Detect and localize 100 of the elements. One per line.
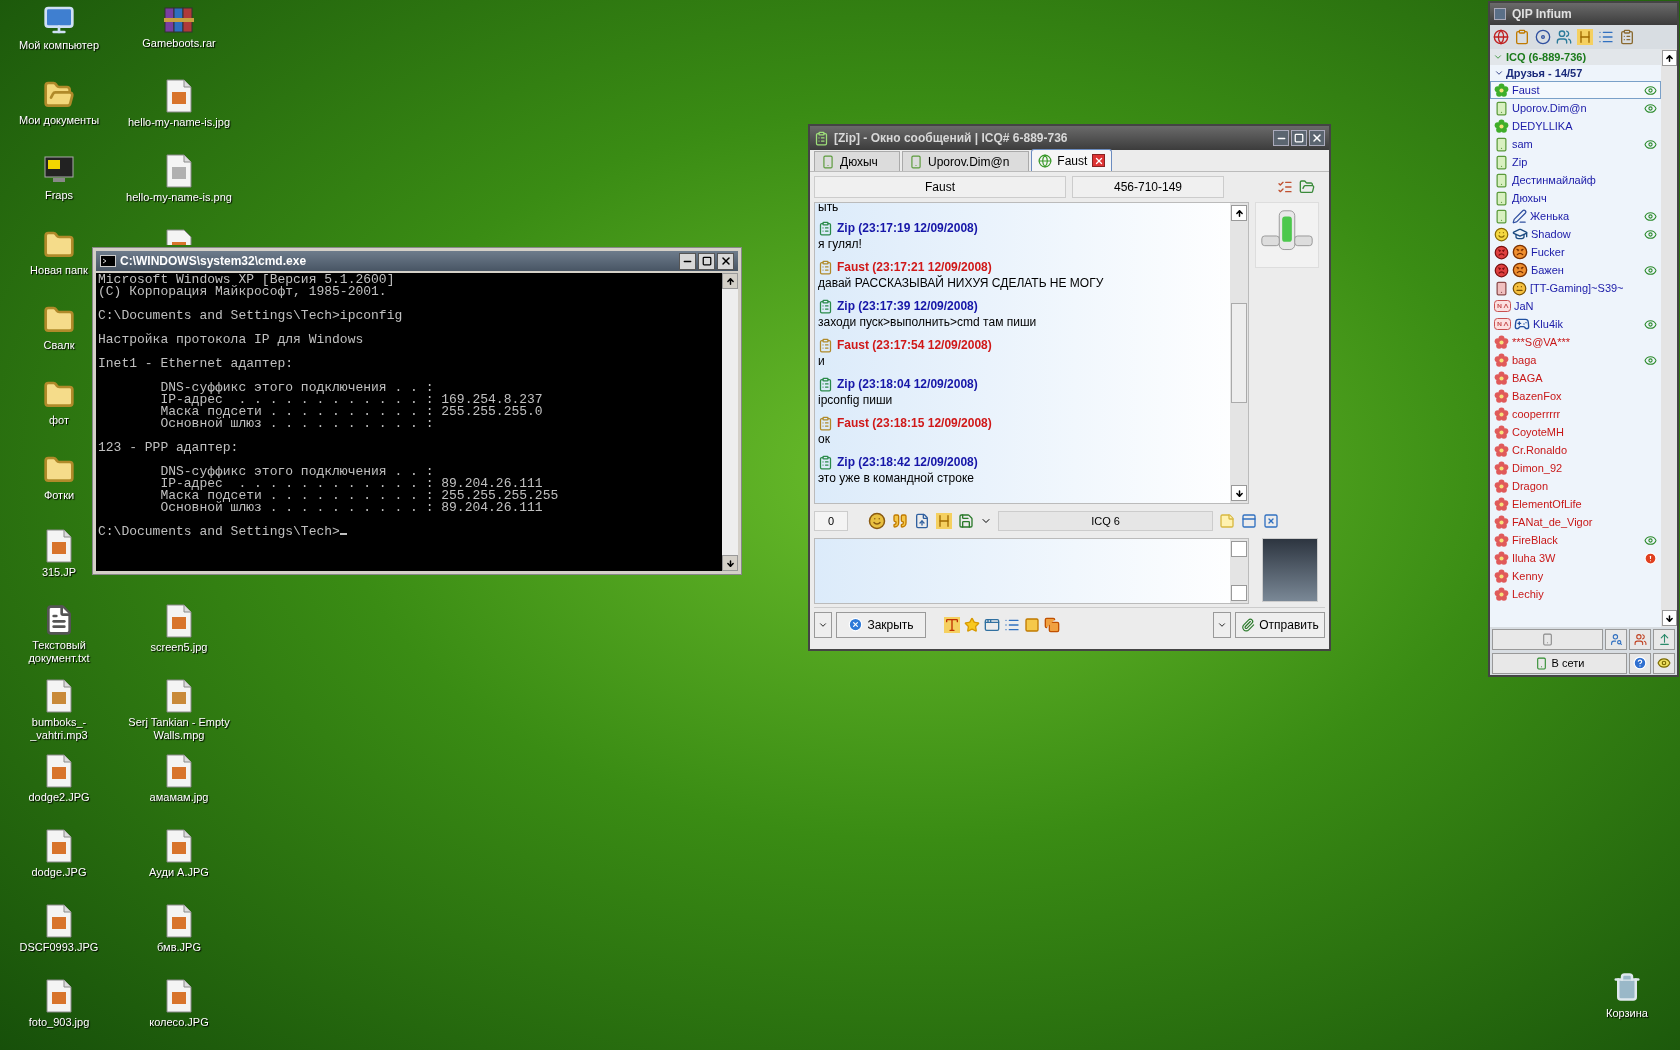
globe-icon[interactable] xyxy=(1493,29,1509,45)
contact-item[interactable]: FANat_de_Vigor xyxy=(1490,513,1661,531)
scroll-up-icon[interactable] xyxy=(1664,53,1674,63)
icon-label[interactable]: dodge2.JPG xyxy=(28,791,90,804)
icon-label[interactable]: Фотки xyxy=(43,489,75,502)
contact-item[interactable]: Fucker xyxy=(1490,243,1661,261)
scroll-up-icon[interactable] xyxy=(725,276,735,286)
icon-label[interactable]: бмв.JPG xyxy=(157,941,201,954)
contact-item[interactable]: Faust xyxy=(1490,81,1661,99)
icon-label[interactable]: Ауди А.JPG xyxy=(149,866,209,879)
icon-label[interactable]: bumboks_-_vahtri.mp3 xyxy=(5,716,113,742)
contact-item[interactable]: Cr.Ronaldo xyxy=(1490,441,1661,459)
scroll-down-icon[interactable] xyxy=(1234,488,1244,498)
icon-label[interactable]: foto_903.jpg xyxy=(28,1016,90,1029)
contact-item[interactable]: Dimon_92 xyxy=(1490,459,1661,477)
group-header[interactable]: Друзья - 14/57 xyxy=(1490,65,1661,81)
close-button[interactable] xyxy=(717,252,734,270)
icon-label[interactable]: Fraps xyxy=(44,189,74,202)
contact-item[interactable]: sam xyxy=(1490,135,1661,153)
image-file-icon[interactable] xyxy=(164,979,194,1013)
account-header[interactable]: ICQ (6-889-736) xyxy=(1490,49,1661,65)
image-file-icon[interactable] xyxy=(164,604,194,638)
image-file-icon[interactable] xyxy=(164,829,194,863)
icon-label[interactable]: DSCF0993.JPG xyxy=(19,941,99,954)
contact-item[interactable]: BazenFox xyxy=(1490,387,1661,405)
file-upload-icon[interactable] xyxy=(914,513,930,529)
window-icon[interactable] xyxy=(984,616,1000,633)
icon-label[interactable]: фот xyxy=(49,414,69,427)
scrollbar[interactable] xyxy=(722,273,738,571)
contact-item[interactable]: [TT-Gaming]~S39~ xyxy=(1490,279,1661,297)
contact-item[interactable]: Iluha 3W xyxy=(1490,549,1661,567)
contact-item[interactable]: DEDYLLIKA xyxy=(1490,117,1661,135)
image-file-icon[interactable] xyxy=(44,904,74,938)
minimize-button[interactable] xyxy=(1273,130,1289,146)
quote-icon[interactable] xyxy=(892,513,908,529)
contact-item[interactable]: ***S@VA*** xyxy=(1490,333,1661,351)
window-panel-icon[interactable] xyxy=(1241,513,1257,529)
image-file-icon[interactable] xyxy=(164,229,194,245)
contact-item[interactable]: BAGA xyxy=(1490,369,1661,387)
image-file-icon[interactable] xyxy=(164,154,194,188)
image-file-icon[interactable] xyxy=(164,904,194,938)
image-file-icon[interactable] xyxy=(44,754,74,788)
scrollbar[interactable] xyxy=(1661,49,1677,627)
maximize-button[interactable] xyxy=(698,252,715,270)
status-button[interactable]: В сети xyxy=(1492,652,1627,674)
icon-label[interactable]: Новая папк xyxy=(30,264,88,277)
icon-label[interactable]: hello-my-name-is.jpg xyxy=(127,116,231,129)
icon-label[interactable]: Корзина xyxy=(1606,1005,1648,1022)
close-icon[interactable] xyxy=(1263,513,1279,529)
contact-item[interactable]: JaN xyxy=(1490,297,1661,315)
icon-label[interactable]: Свалк xyxy=(43,339,75,352)
users-button[interactable] xyxy=(1629,628,1651,650)
contact-item[interactable]: baga xyxy=(1490,351,1661,369)
scroll-down-icon[interactable] xyxy=(725,558,735,568)
icon-label[interactable]: screen5.jpg xyxy=(150,641,208,654)
save-icon[interactable] xyxy=(958,513,974,529)
icon-label[interactable]: Мои документы xyxy=(18,114,100,127)
contact-item[interactable]: ElementOfLife xyxy=(1490,495,1661,513)
icon-label[interactable]: Текстовый документ.txt xyxy=(5,639,113,665)
contact-item[interactable]: cooperrrrr xyxy=(1490,405,1661,423)
contact-item[interactable]: Дюхыч xyxy=(1490,189,1661,207)
icon-label[interactable]: 315.JP xyxy=(41,566,77,579)
computer-icon[interactable] xyxy=(43,4,75,36)
scroll-down-icon[interactable] xyxy=(1664,613,1674,623)
folder-icon[interactable] xyxy=(1299,179,1315,195)
help-button[interactable] xyxy=(1629,652,1651,674)
clipboard-icon[interactable] xyxy=(1619,29,1635,45)
image-file-icon[interactable] xyxy=(44,979,74,1013)
disc-icon[interactable] xyxy=(1535,29,1551,45)
archive-icon[interactable] xyxy=(163,4,195,34)
trash-icon[interactable] xyxy=(1612,972,1642,1002)
scroll-up-icon[interactable] xyxy=(1234,208,1244,218)
privacy-button[interactable] xyxy=(1653,652,1675,674)
icon-label[interactable]: hello-my-name-is.png xyxy=(126,191,232,204)
contact-item[interactable]: FireBlack xyxy=(1490,531,1661,549)
icon-label[interactable]: амамам.jpg xyxy=(149,791,209,804)
clipboard-icon[interactable] xyxy=(1514,29,1530,45)
contact-item[interactable]: Женька xyxy=(1490,207,1661,225)
contact-item[interactable]: Бажен xyxy=(1490,261,1661,279)
list-icon[interactable] xyxy=(1598,29,1614,45)
text-format-icon[interactable] xyxy=(944,616,960,633)
icon-label[interactable]: Мой компьютер xyxy=(18,39,100,52)
scrollbar[interactable] xyxy=(1230,203,1248,503)
close-chat-button[interactable]: Закрыть xyxy=(836,611,926,638)
image-file-icon[interactable] xyxy=(44,529,74,563)
chat-tab[interactable]: Uporov.Dim@n xyxy=(902,151,1030,171)
contact-item[interactable]: Shadow xyxy=(1490,225,1661,243)
contact-item[interactable]: Lechiy xyxy=(1490,585,1661,603)
send-button[interactable]: Отправить xyxy=(1235,611,1325,638)
chat-tab[interactable]: Faust xyxy=(1031,149,1113,171)
search-contact-button[interactable] xyxy=(1605,628,1627,650)
contact-item[interactable]: Dragon xyxy=(1490,477,1661,495)
media-file-icon[interactable] xyxy=(44,679,74,713)
contact-item[interactable]: Klu4ik xyxy=(1490,315,1661,333)
icon-label[interactable]: Gameboots.rar xyxy=(142,37,216,50)
image-file-icon[interactable] xyxy=(164,754,194,788)
users-icon[interactable] xyxy=(1556,29,1572,45)
smiley-icon[interactable] xyxy=(868,512,886,530)
tab-close-icon[interactable] xyxy=(1092,154,1106,167)
media-file-icon[interactable] xyxy=(164,679,194,713)
